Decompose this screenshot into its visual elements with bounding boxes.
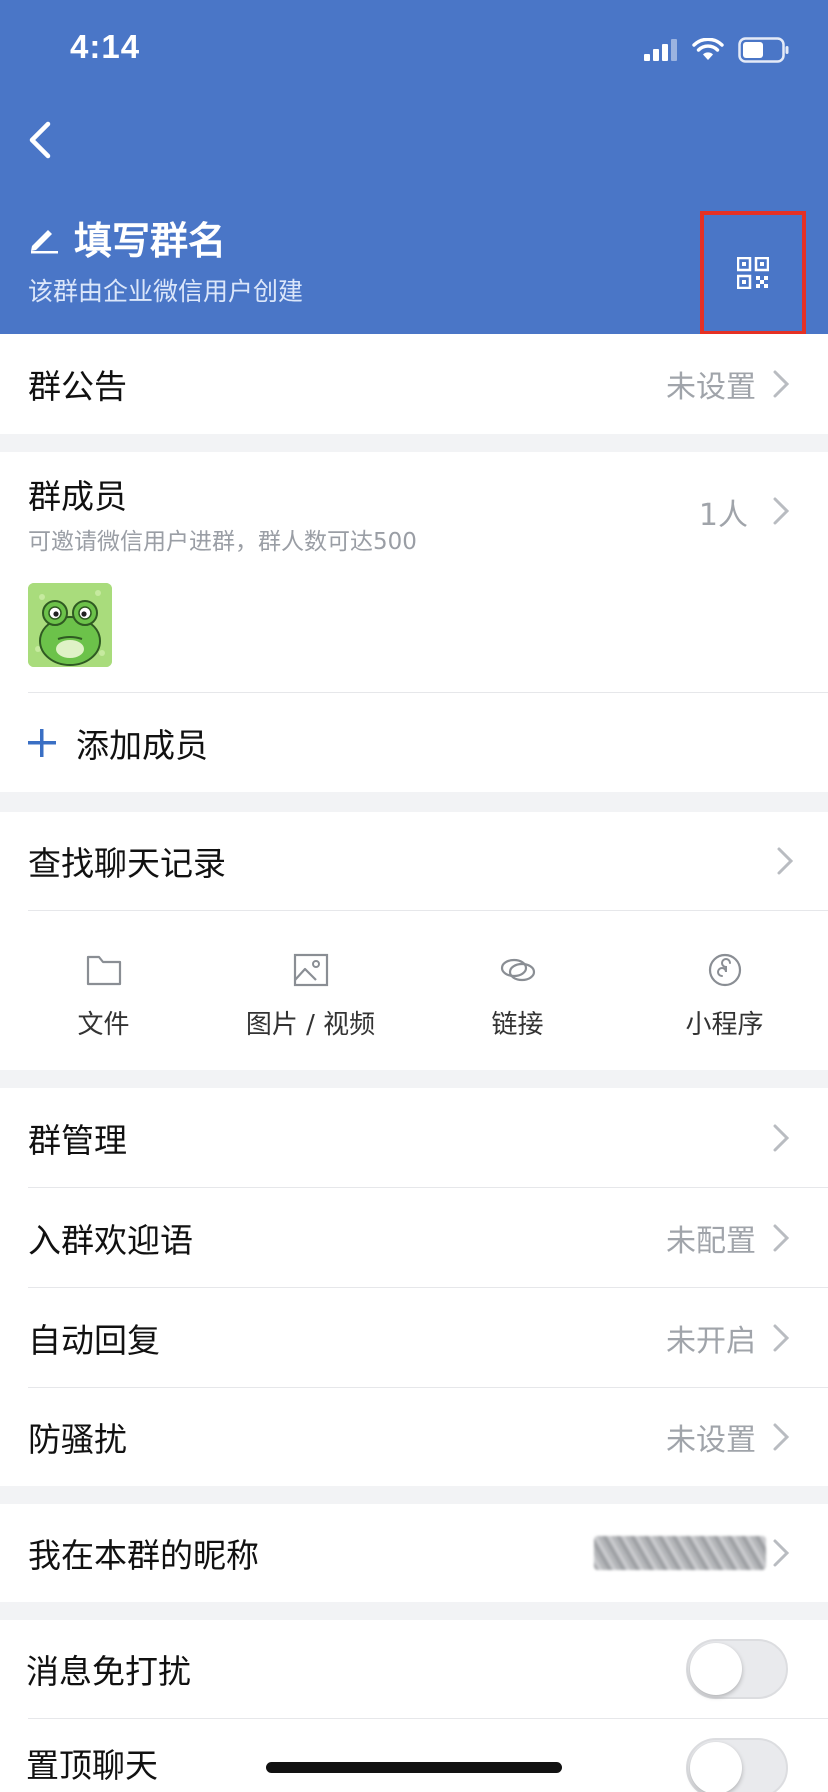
announcement-row[interactable]: 群公告 未设置 — [0, 334, 828, 434]
members-label: 群成员 — [28, 477, 127, 516]
image-icon — [293, 953, 328, 987]
nickname-value-redacted — [594, 1536, 766, 1570]
nickname-label: 我在本群的昵称 — [28, 1536, 259, 1575]
chevron-right-icon — [773, 1224, 790, 1252]
status-icons — [644, 36, 790, 64]
members-section: 群成员 可邀请微信用户进群，群人数可达500 1人 添加成员 — [0, 452, 828, 792]
group-header: 4:14 填写群名 该群由企业微信用户创建 — [0, 0, 828, 335]
search-history-label: 查找聊天记录 — [28, 844, 226, 883]
media-link-button[interactable]: 链接 — [414, 952, 621, 1041]
member-avatar[interactable] — [28, 583, 112, 667]
chevron-right-icon — [773, 1124, 790, 1152]
media-file-label: 文件 — [77, 1010, 130, 1040]
mute-row: 消息免打扰 — [0, 1620, 828, 1718]
add-member-label: 添加成员 — [76, 725, 208, 765]
search-history-row[interactable]: 查找聊天记录 — [0, 812, 828, 910]
announcement-value: 未设置 — [666, 370, 756, 405]
auto-reply-label: 自动回复 — [28, 1320, 160, 1360]
announcement-label: 群公告 — [28, 367, 127, 406]
home-indicator — [266, 1762, 562, 1773]
group-management-label: 群管理 — [28, 1120, 127, 1160]
search-history-section: 查找聊天记录 文件 图片 / 视频 链接 小程序 — [0, 812, 828, 1070]
nickname-section: 我在本群的昵称 — [0, 1504, 828, 1602]
frog-avatar-icon — [28, 583, 112, 667]
members-count: 1人 — [698, 498, 748, 533]
mute-label: 消息免打扰 — [26, 1652, 191, 1691]
divider — [28, 910, 828, 911]
group-creator-note: 该群由企业微信用户创建 — [28, 277, 304, 306]
toggle-knob — [690, 1742, 742, 1792]
pin-chat-toggle[interactable] — [686, 1738, 788, 1792]
members-subtitle: 可邀请微信用户进群，群人数可达500 — [28, 529, 417, 555]
group-name-placeholder: 填写群名 — [74, 219, 227, 263]
media-image-video-button[interactable]: 图片 / 视频 — [207, 952, 414, 1041]
management-section: 群管理 入群欢迎语 未配置 自动回复 未开启 防骚扰 未设置 — [0, 1088, 828, 1486]
battery-icon — [738, 37, 789, 63]
auto-reply-row[interactable]: 自动回复 未开启 — [0, 1288, 828, 1387]
group-name-edit[interactable]: 填写群名 — [28, 210, 226, 265]
members-row[interactable]: 群成员 可邀请微信用户进群，群人数可达500 1人 — [0, 452, 828, 572]
wifi-icon — [692, 38, 724, 60]
auto-reply-value: 未开启 — [666, 1323, 756, 1359]
mini-program-icon — [708, 953, 741, 987]
mute-toggle[interactable] — [686, 1639, 788, 1699]
announcement-section: 群公告 未设置 — [0, 334, 828, 434]
add-member-button[interactable]: 添加成员 — [0, 693, 828, 792]
folder-icon — [86, 955, 121, 986]
chevron-right-icon — [773, 1539, 790, 1567]
welcome-message-label: 入群欢迎语 — [28, 1220, 193, 1260]
status-time: 4:14 — [70, 28, 141, 65]
chevron-right-icon — [777, 847, 794, 875]
plus-icon — [28, 729, 56, 757]
anti-harassment-row[interactable]: 防骚扰 未设置 — [0, 1388, 828, 1486]
chevron-right-icon — [773, 497, 790, 525]
media-mini-program-label: 小程序 — [685, 1010, 764, 1040]
media-mini-program-button[interactable]: 小程序 — [621, 952, 828, 1041]
qr-code-icon — [737, 257, 769, 289]
group-management-row[interactable]: 群管理 — [0, 1088, 828, 1187]
anti-harassment-value: 未设置 — [666, 1423, 756, 1458]
chevron-right-icon — [773, 370, 790, 398]
chevron-left-icon — [29, 121, 51, 159]
signal-icon — [644, 39, 677, 61]
toggle-knob — [690, 1643, 742, 1695]
pin-chat-label: 置顶聊天 — [26, 1746, 158, 1785]
pencil-icon — [31, 229, 58, 253]
media-image-video-label: 图片 / 视频 — [245, 1010, 376, 1040]
nickname-row[interactable]: 我在本群的昵称 — [0, 1504, 828, 1602]
media-link-label: 链接 — [491, 1010, 544, 1040]
chevron-right-icon — [773, 1423, 790, 1451]
qr-code-button[interactable] — [700, 211, 806, 335]
welcome-message-value: 未配置 — [666, 1223, 756, 1259]
link-icon — [500, 958, 535, 982]
back-button[interactable] — [22, 116, 62, 164]
anti-harassment-label: 防骚扰 — [28, 1420, 127, 1459]
pin-chat-row: 置顶聊天 — [0, 1719, 828, 1792]
welcome-message-row[interactable]: 入群欢迎语 未配置 — [0, 1188, 828, 1287]
chevron-right-icon — [773, 1324, 790, 1352]
media-file-button[interactable]: 文件 — [0, 952, 207, 1041]
